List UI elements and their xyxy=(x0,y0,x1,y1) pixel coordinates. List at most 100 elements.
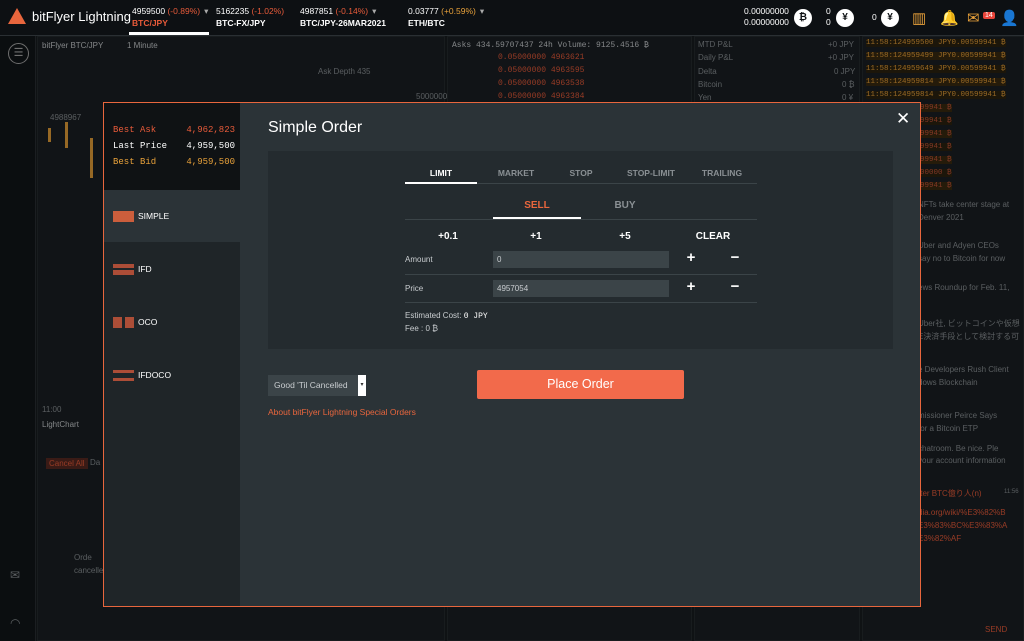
ticker-price: 0.03777 xyxy=(408,6,439,16)
ticker-price: 5162235 xyxy=(216,6,250,16)
tab-trailing[interactable]: TRAILING xyxy=(689,168,755,178)
logo[interactable]: bitFlyer Lightning xyxy=(8,8,131,24)
simple-order-modal: Best Ask 4,962,823 Last Price 4,959,500 Be… xyxy=(103,102,921,607)
app-name: bitFlyer Lightning xyxy=(32,8,131,24)
ticker-eth-btc[interactable]: 0.03777 (+0.59%) ▾ ETH/BTC xyxy=(408,5,484,29)
close-icon[interactable]: ✕ xyxy=(896,109,910,129)
bell-icon[interactable]: 🔔 xyxy=(940,9,959,27)
ticker-price: 4987851 xyxy=(300,6,334,16)
tab-stop[interactable]: STOP xyxy=(555,168,607,178)
tab-limit[interactable]: LIMIT xyxy=(405,168,477,178)
tab-market[interactable]: MARKET xyxy=(481,168,551,178)
increment-5-button[interactable]: +5 xyxy=(595,231,655,242)
ticker-btc-fx[interactable]: 5162235 (-1.02%) BTC-FX/JPY xyxy=(216,5,284,29)
divider xyxy=(405,274,757,275)
btc-balance-2: 0.00000000 xyxy=(744,17,789,27)
amount-input[interactable]: 0 xyxy=(493,251,669,268)
estimated-cost-label: Estimated Cost: xyxy=(405,311,462,320)
ticker-change: (-1.02%) xyxy=(251,6,285,16)
yen-crossed-icon[interactable]: ¥ xyxy=(881,9,899,27)
chevron-down-icon: ▾ xyxy=(479,6,485,16)
amount-label: Amount xyxy=(405,255,433,264)
price-label: Price xyxy=(405,284,424,293)
minus-icon[interactable]: − xyxy=(728,278,742,295)
best-ask-label: Best Ask xyxy=(113,125,157,135)
ifdoco-order-icon xyxy=(113,369,134,381)
last-price-row: Last Price 4,959,500 xyxy=(113,141,235,151)
other-balance: 0 xyxy=(872,12,877,22)
tab-stop-limit[interactable]: STOP-LIMIT xyxy=(613,168,689,178)
active-tab-indicator xyxy=(405,182,477,184)
btc-balance: 0.00000000 0.00000000 xyxy=(744,6,789,28)
tab-ifd[interactable]: IFD xyxy=(104,243,240,295)
top-bar: bitFlyer Lightning 4959500 (-0.89%) ▾ BTC/… xyxy=(0,0,1024,36)
tab-label: OCO xyxy=(138,317,158,327)
active-ticker-indicator xyxy=(129,32,209,35)
bitcoin-icon[interactable]: ₿ xyxy=(794,9,812,27)
price-input[interactable]: 4957054 xyxy=(493,280,669,297)
ticker-pair: ETH/BTC xyxy=(408,18,445,28)
chevron-down-icon: ▾ xyxy=(204,6,209,16)
sell-tab[interactable]: SELL xyxy=(493,200,581,211)
ticker-price: 4959500 xyxy=(132,6,166,16)
modal-title: Simple Order xyxy=(268,119,363,136)
last-price-label: Last Price xyxy=(113,141,168,151)
ticker-change: (+0.59%) xyxy=(441,6,476,16)
tab-label: IFD xyxy=(138,264,152,274)
fee-label: Fee : 0 xyxy=(405,324,430,333)
tab-simple[interactable]: SIMPLE xyxy=(104,190,240,242)
tab-label: IFDOCO xyxy=(138,370,172,380)
chevron-down-icon: ▾ xyxy=(358,375,366,396)
best-bid-value: 4,959,500 xyxy=(186,157,235,167)
ticker-btc-future[interactable]: 4987851 (-0.14%) ▾ BTC/JPY-26MAR2021 xyxy=(300,5,386,29)
logo-icon xyxy=(8,8,26,24)
jpy-balance-1: 0 xyxy=(826,6,831,16)
plus-icon[interactable]: + xyxy=(684,278,698,295)
oco-order-icon xyxy=(113,316,134,328)
ticker-btc-jpy[interactable]: 4959500 (-0.89%) ▾ BTC/JPY xyxy=(132,5,208,29)
tab-oco[interactable]: OCO xyxy=(104,296,240,348)
mail-badge: 14 xyxy=(983,12,995,19)
jpy-balance: 00 xyxy=(826,6,831,28)
plus-icon[interactable]: + xyxy=(684,249,698,266)
btc-balance-1: 0.00000000 xyxy=(744,6,789,16)
ticker-change: (-0.14%) xyxy=(335,6,369,16)
best-bid-row: Best Bid 4,959,500 xyxy=(113,157,235,167)
best-bid-label: Best Bid xyxy=(113,157,157,167)
special-orders-link[interactable]: About bitFlyer Lightning Special Orders xyxy=(268,407,416,417)
ticker-pair: BTC/JPY xyxy=(132,18,168,28)
ticker-pair: BTC/JPY-26MAR2021 xyxy=(300,18,386,28)
time-in-force-value: Good 'Til Cancelled xyxy=(274,380,348,390)
chart-icon[interactable]: ▥ xyxy=(912,9,926,27)
time-in-force-select[interactable]: Good 'Til Cancelled ▾ xyxy=(268,375,366,396)
fee: Fee : 0 ₿ xyxy=(405,324,438,333)
divider xyxy=(405,219,757,220)
mail-icon[interactable]: ✉ xyxy=(967,9,980,27)
yen-icon[interactable]: ¥ xyxy=(836,9,854,27)
tab-ifdoco[interactable]: IFDOCO xyxy=(104,349,240,401)
ticker-pair: BTC-FX/JPY xyxy=(216,18,266,28)
ticker-change: (-0.89%) xyxy=(167,6,201,16)
minus-icon[interactable]: − xyxy=(728,249,742,266)
divider xyxy=(405,302,757,303)
place-order-button[interactable]: Place Order xyxy=(477,370,684,399)
ifd-order-icon xyxy=(113,263,134,275)
estimated-cost-value: 0 JPY xyxy=(463,312,488,321)
simple-order-icon xyxy=(113,210,134,222)
user-icon[interactable]: 👤 xyxy=(1000,9,1019,27)
clear-button[interactable]: CLEAR xyxy=(683,231,743,242)
buy-tab[interactable]: BUY xyxy=(581,200,669,211)
bitcoin-icon: ₿ xyxy=(432,324,439,333)
estimated-cost: Estimated Cost: 0 JPY xyxy=(405,311,488,321)
order-form: LIMIT MARKET STOP STOP-LIMIT TRAILING SE… xyxy=(268,151,893,349)
increment-0-1-button[interactable]: +0.1 xyxy=(418,231,478,242)
tab-label: SIMPLE xyxy=(138,211,170,221)
order-type-sidebar: Best Ask 4,962,823 Last Price 4,959,500 Be… xyxy=(104,103,240,606)
jpy-balance-2: 0 xyxy=(826,17,831,27)
best-ask-value: 4,962,823 xyxy=(186,125,235,135)
chevron-down-icon: ▾ xyxy=(372,6,377,16)
price-summary: Best Ask 4,962,823 Last Price 4,959,500 Be… xyxy=(104,103,240,190)
increment-1-button[interactable]: +1 xyxy=(506,231,566,242)
best-ask-row: Best Ask 4,962,823 xyxy=(113,125,235,135)
last-price-value: 4,959,500 xyxy=(186,141,235,151)
